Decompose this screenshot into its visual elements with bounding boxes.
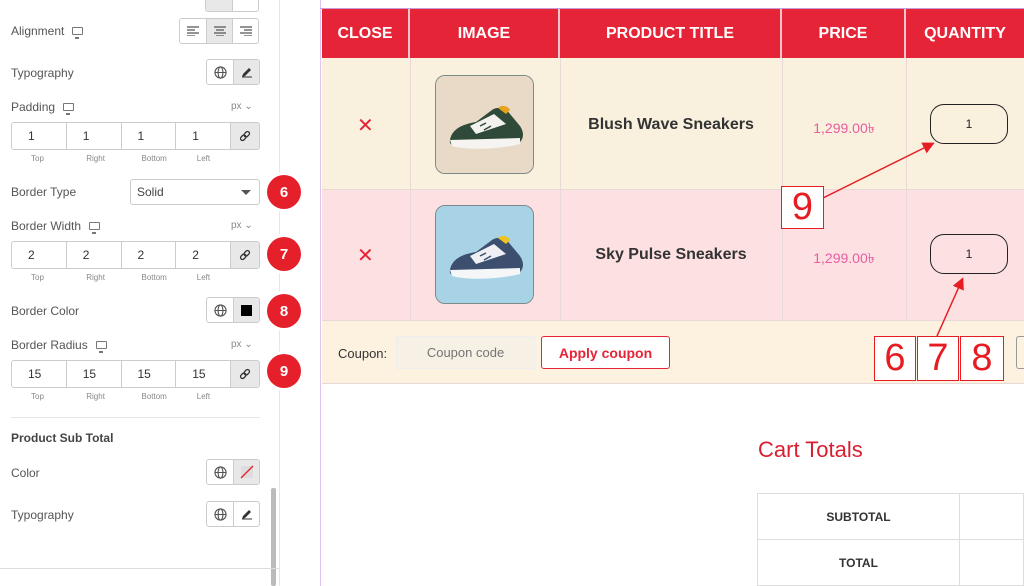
arrow-678 — [936, 277, 964, 337]
totals-row: SUBTOTAL — [758, 494, 1024, 540]
cart-totals-title: Cart Totals — [758, 437, 863, 462]
cart-totals-table: SUBTOTAL TOTAL — [757, 493, 1024, 586]
callout-9: 9 — [781, 186, 824, 229]
callout-7: 7 — [917, 336, 959, 381]
total-label: TOTAL — [758, 540, 960, 586]
callout-8: 8 — [960, 336, 1004, 381]
arrow-9 — [822, 142, 935, 199]
subtotal-label: SUBTOTAL — [758, 494, 960, 540]
callout-6: 6 — [874, 336, 916, 381]
totals-row: TOTAL — [758, 540, 1024, 586]
